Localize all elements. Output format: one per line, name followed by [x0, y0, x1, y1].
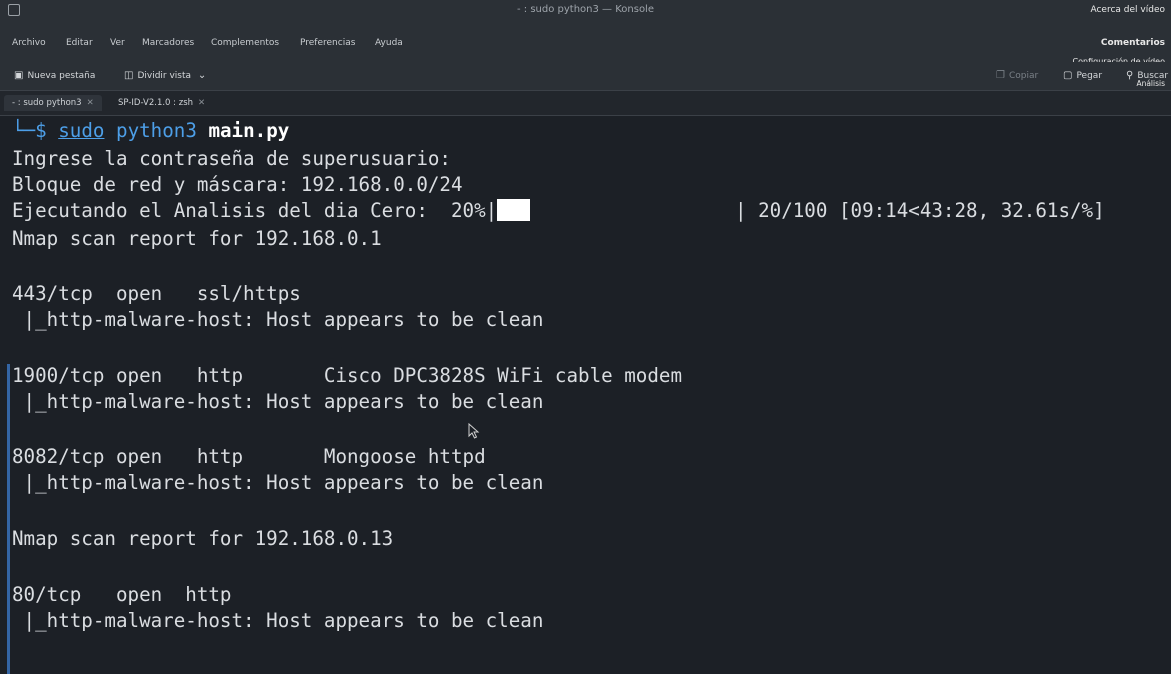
menu-ver[interactable]: Ver: [110, 38, 125, 48]
new-tab-icon: ▣: [14, 70, 24, 81]
scroll-marker: [7, 364, 10, 674]
about-video-link[interactable]: Acerca del vídeo: [1090, 5, 1165, 15]
tab-sp-id-zsh[interactable]: SP-ID-V2.1.0 : zsh ✕: [110, 95, 213, 111]
split-view-icon: ◫: [124, 70, 134, 81]
comments-link[interactable]: Comentarios: [1101, 38, 1165, 48]
port-line: 80/tcp open http: [12, 583, 232, 606]
toolbar: ▣ Nueva pestaña ◫ Dividir vista ⌄ ❐ Copiar …: [0, 62, 1171, 91]
copy-icon: ❐: [996, 70, 1005, 81]
menu-archivo[interactable]: Archivo: [12, 38, 46, 48]
terminal-output[interactable]: └─$ sudo python3 main.py Ingrese la cont…: [0, 116, 1171, 674]
script-result-line: |_http-malware-host: Host appears to be …: [12, 609, 544, 632]
menu-editar[interactable]: Editar: [66, 38, 93, 48]
window-titlebar[interactable]: - : sudo python3 — Konsole Acerca del ví…: [0, 0, 1171, 22]
port-line: 1900/tcp open http Cisco DPC3828S WiFi c…: [12, 364, 683, 387]
window-title: - : sudo python3 — Konsole: [516, 4, 654, 15]
close-tab-icon[interactable]: ✕: [198, 98, 205, 108]
scan-report-line: Nmap scan report for 192.168.0.13: [12, 527, 394, 550]
copy-button[interactable]: ❐ Copiar: [996, 70, 1038, 81]
script-result-line: |_http-malware-host: Host appears to be …: [12, 471, 544, 494]
netblock-line: Bloque de red y máscara: 192.168.0.0/24: [12, 173, 463, 196]
menu-ayuda[interactable]: Ayuda: [375, 38, 403, 48]
scan-report-line: Nmap scan report for 192.168.0.1: [12, 227, 382, 250]
progress-stats: | 20/100 [09:14<43:28, 32.61s/%]: [735, 199, 1105, 222]
progress-bar-fill: [497, 199, 531, 221]
analysis-link[interactable]: Análisis: [1136, 79, 1165, 88]
tab-bar: - : sudo python3 ✕ SP-ID-V2.1.0 : zsh ✕: [0, 91, 1171, 116]
paste-button[interactable]: ▢ Pegar: [1063, 70, 1102, 81]
paste-icon: ▢: [1063, 70, 1073, 81]
close-tab-icon[interactable]: ✕: [87, 98, 94, 108]
menu-bar: Archivo Editar Ver Marcadores Complement…: [0, 22, 1171, 66]
mouse-cursor-icon: [468, 423, 480, 439]
menu-marcadores[interactable]: Marcadores: [142, 38, 194, 48]
port-line: 8082/tcp open http Mongoose httpd: [12, 445, 486, 468]
search-icon: ⚲: [1126, 70, 1134, 81]
progress-line: Ejecutando el Analisis del dia Cero: 20%…: [12, 199, 531, 223]
script-result-line: |_http-malware-host: Host appears to be …: [12, 308, 544, 331]
tab-sudo-python3[interactable]: - : sudo python3 ✕: [4, 95, 102, 111]
password-prompt-line: Ingrese la contraseña de superusuario:: [12, 147, 451, 170]
script-result-line: |_http-malware-host: Host appears to be …: [12, 390, 544, 413]
port-line: 443/tcp open ssl/https: [12, 282, 301, 305]
new-tab-button[interactable]: ▣ Nueva pestaña: [14, 70, 95, 81]
chevron-down-icon: ⌄: [197, 70, 207, 81]
menu-preferencias[interactable]: Preferencias: [300, 38, 355, 48]
menu-complementos[interactable]: Complementos: [211, 38, 279, 48]
split-view-button[interactable]: ◫ Dividir vista ⌄: [124, 70, 210, 81]
prompt-line: └─$ sudo python3 main.py: [12, 119, 290, 142]
